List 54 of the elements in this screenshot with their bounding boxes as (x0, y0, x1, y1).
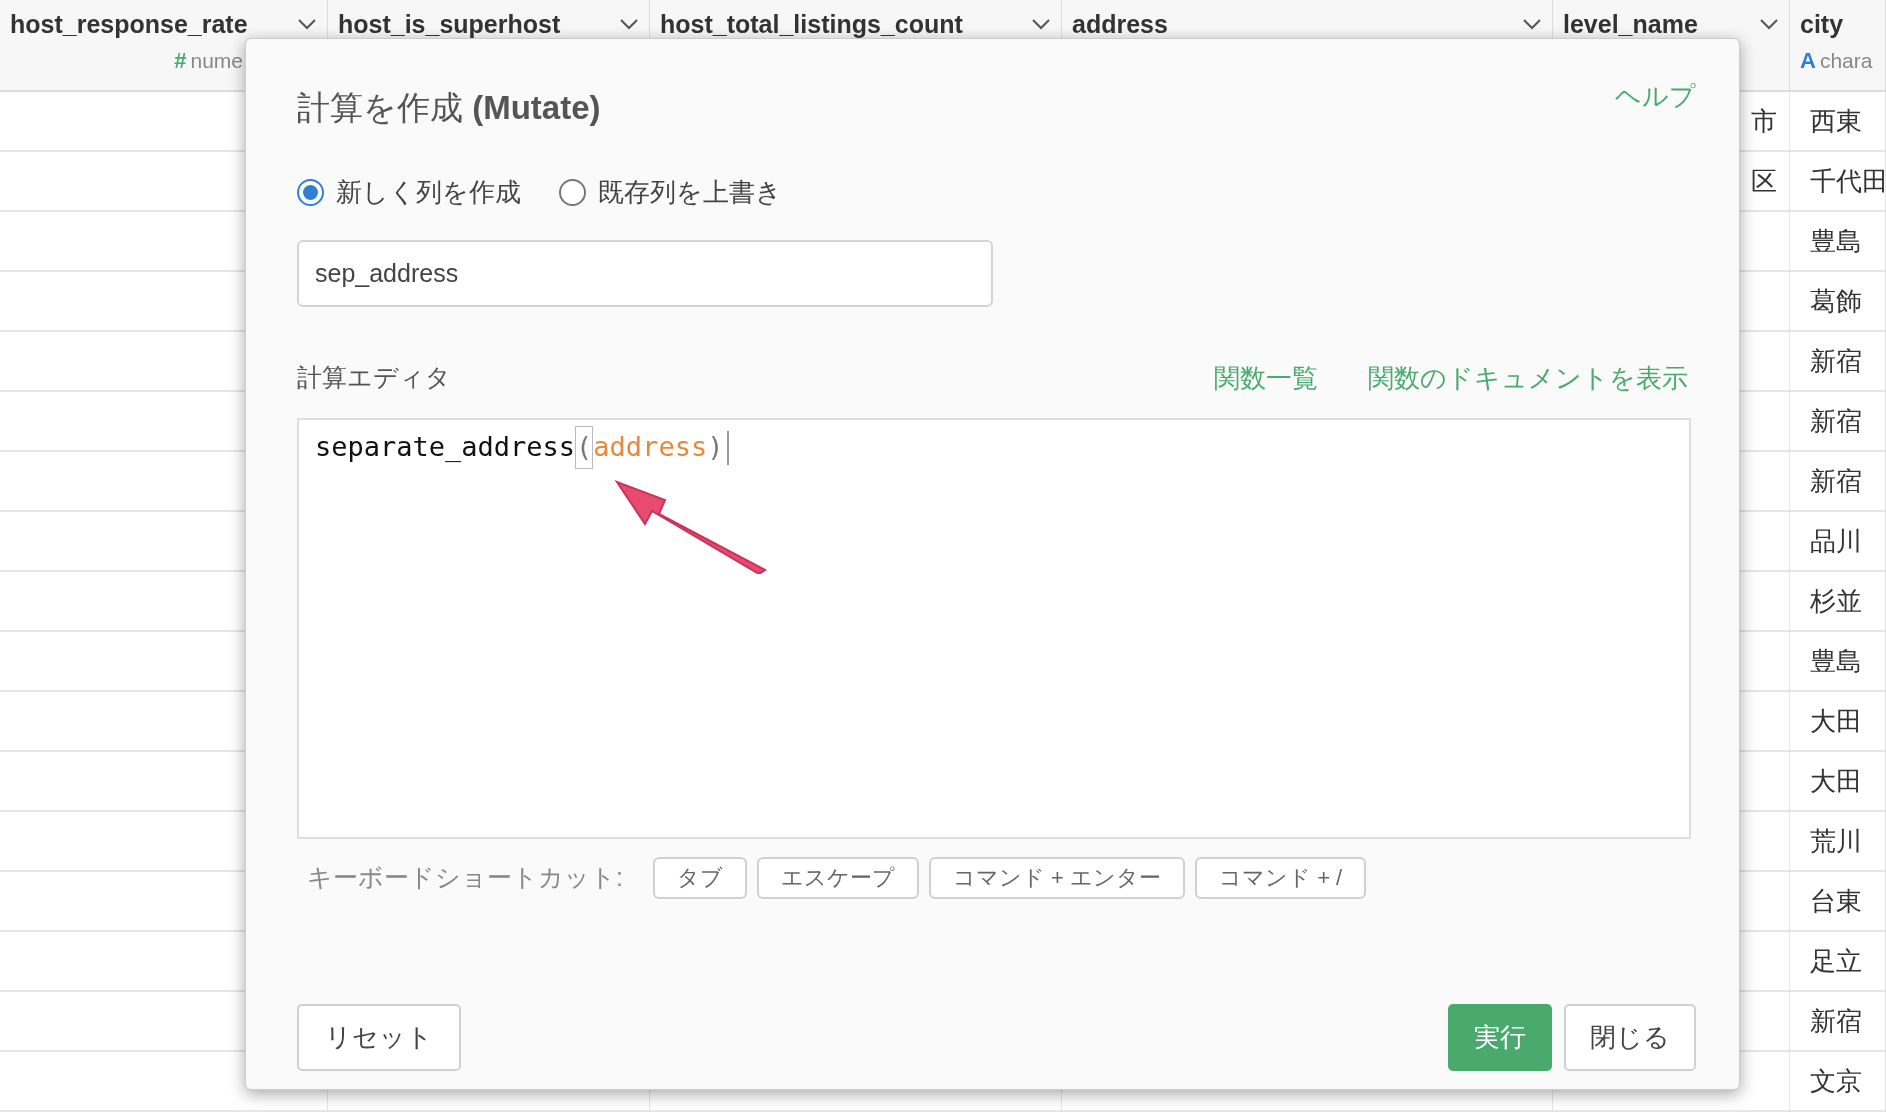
column-header[interactable]: host_total_listings_count (660, 10, 963, 38)
table-cell-text: 市 (1751, 104, 1777, 138)
chevron-down-icon[interactable] (1522, 18, 1542, 30)
function-name: separate_address (315, 430, 576, 465)
shortcut-key: コマンド + / (1195, 856, 1367, 899)
table-cell-text: 新宿 (1810, 404, 1862, 438)
column-type: nume (190, 47, 243, 74)
code-editor[interactable]: separate_address(address) (297, 417, 1691, 839)
shortcut-key: タブ (652, 856, 747, 899)
table-cell-text: 品川 (1810, 524, 1862, 558)
close-paren: ) (707, 430, 724, 465)
shortcut-key: コマンド + エンター (928, 856, 1186, 899)
open-paren: ( (575, 426, 594, 469)
text-cursor (727, 430, 730, 465)
table-cell-text: 杉並 (1810, 584, 1862, 618)
editor-label: 計算エディタ (297, 362, 451, 394)
radio-option[interactable]: 既存列を上書き (559, 172, 782, 212)
shortcut-key: エスケープ (756, 856, 919, 899)
table-cell-text: 文京 (1810, 1064, 1862, 1098)
table-cell-text: 千代田 (1810, 164, 1885, 198)
table-cell-text: 豊島 (1810, 644, 1862, 678)
reset-button[interactable]: リセット (297, 1004, 461, 1071)
table-cell-text: 新宿 (1810, 1004, 1862, 1038)
table-cell-text: 区 (1751, 164, 1777, 198)
column-header[interactable]: host_is_superhost (338, 10, 561, 38)
close-button[interactable]: 閉じる (1564, 1004, 1696, 1071)
table-cell-text: 足立 (1810, 944, 1862, 978)
dialog-title: 計算を作成 (Mutate) (297, 88, 601, 128)
column-header[interactable]: host_response_rate (10, 10, 248, 38)
table-cell-text: 新宿 (1810, 344, 1862, 378)
column-header[interactable]: level_name (1563, 10, 1698, 38)
chevron-down-icon[interactable] (1031, 18, 1051, 30)
type-icon: A (1800, 44, 1816, 77)
table-cell-text: 葛飾 (1810, 284, 1862, 318)
chevron-down-icon[interactable] (1759, 18, 1779, 30)
table-cell-text: 豊島 (1810, 224, 1862, 258)
table-cell-text: 台東 (1810, 884, 1862, 918)
argument-name: address (593, 430, 708, 465)
chevron-down-icon[interactable] (619, 18, 639, 30)
radio-button[interactable] (559, 178, 586, 206)
table-cell-text: 西東 (1810, 104, 1862, 138)
column-header[interactable]: address (1072, 10, 1168, 38)
shortcuts-label: キーボードショートカット: (307, 861, 623, 893)
table-cell-text: 大田 (1810, 764, 1862, 798)
column-name-field[interactable]: sep_address (297, 239, 993, 307)
radio-button[interactable] (297, 178, 324, 206)
chevron-down-icon[interactable] (297, 18, 317, 30)
table-cell-text: 新宿 (1810, 464, 1862, 498)
radio-option[interactable]: 新しく列を作成 (297, 172, 521, 212)
type-icon: # (174, 44, 187, 77)
column-header[interactable]: city (1800, 10, 1844, 38)
column-type: chara (1819, 47, 1873, 74)
table-cell-text: 荒川 (1810, 824, 1862, 858)
table-cell-text: 大田 (1810, 704, 1862, 738)
